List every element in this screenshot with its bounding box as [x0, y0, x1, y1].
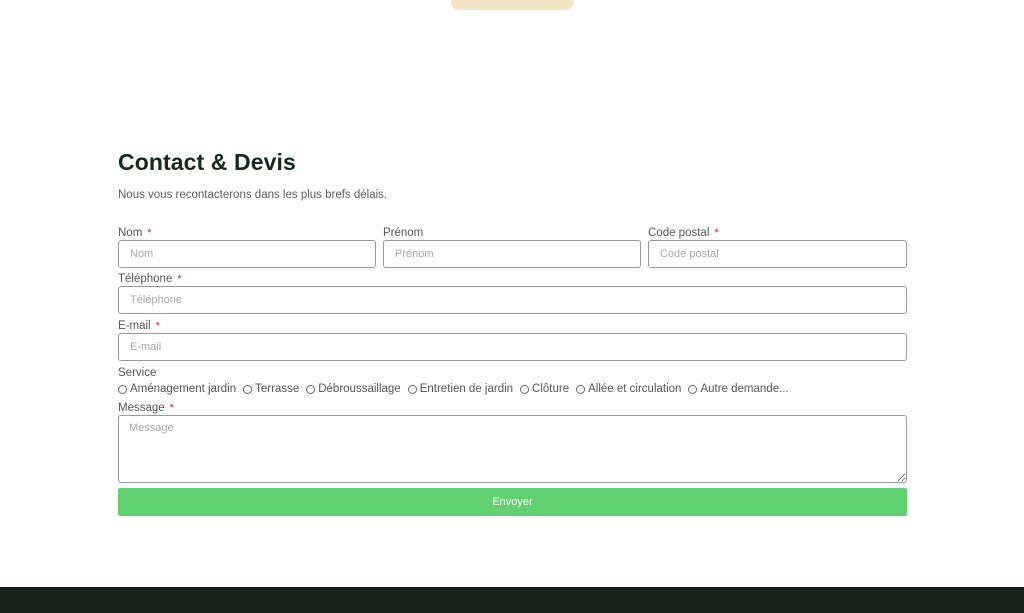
- email-field-group: E-mail *: [118, 320, 907, 361]
- required-mark: *: [155, 320, 160, 332]
- code-postal-input[interactable]: [648, 240, 907, 268]
- service-option-allee[interactable]: Allée et circulation: [576, 383, 681, 395]
- service-options: Aménagement jardin Terrasse Débroussaill…: [118, 382, 907, 396]
- radio-circle-icon[interactable]: [576, 384, 586, 394]
- code-postal-field-group: Code postal *: [648, 227, 907, 268]
- email-label: E-mail *: [118, 320, 160, 332]
- nom-label: Nom *: [118, 227, 152, 239]
- prenom-input[interactable]: [383, 240, 641, 268]
- page-subtitle: Nous vous recontacterons dans les plus b…: [118, 189, 388, 201]
- service-option-amenagement[interactable]: Aménagement jardin: [118, 383, 236, 395]
- contact-form: Contact & Devis Nous vous recontacterons…: [118, 148, 907, 516]
- nom-input[interactable]: [118, 240, 376, 268]
- email-input[interactable]: [118, 333, 907, 361]
- prenom-field-group: Prénom: [383, 227, 641, 268]
- telephone-input[interactable]: [118, 286, 907, 314]
- service-option-debroussaillage[interactable]: Débroussaillage: [306, 383, 401, 395]
- top-nav-tab[interactable]: [451, 0, 574, 10]
- message-label: Message *: [118, 402, 174, 414]
- radio-circle-icon[interactable]: [407, 384, 417, 394]
- page-title: Contact & Devis: [118, 149, 296, 175]
- service-option-entretien[interactable]: Entretien de jardin: [407, 383, 513, 395]
- radio-circle-icon[interactable]: [306, 384, 316, 394]
- service-option-autre[interactable]: Autre demande...: [688, 383, 789, 395]
- required-mark: *: [177, 273, 182, 285]
- nom-field-group: Nom *: [118, 227, 376, 268]
- telephone-label: Téléphone *: [118, 273, 182, 285]
- service-option-cloture[interactable]: Clôture: [520, 383, 569, 395]
- send-button[interactable]: Envoyer: [118, 488, 907, 516]
- code-postal-label: Code postal *: [648, 227, 719, 239]
- radio-circle-icon[interactable]: [243, 384, 253, 394]
- prenom-label: Prénom: [383, 227, 424, 239]
- radio-circle-icon[interactable]: [118, 384, 127, 394]
- service-label: Service: [118, 367, 157, 379]
- radio-circle-icon[interactable]: [520, 384, 530, 394]
- required-mark: *: [169, 402, 174, 414]
- message-textarea[interactable]: [118, 415, 907, 483]
- telephone-field-group: Téléphone *: [118, 273, 907, 314]
- required-mark: *: [147, 227, 152, 239]
- footer-bar: [0, 587, 1024, 613]
- service-option-terrasse[interactable]: Terrasse: [243, 383, 299, 395]
- radio-circle-icon[interactable]: [688, 384, 698, 394]
- required-mark: *: [714, 227, 719, 239]
- name-row: Nom* Prénom Code postal*: [118, 227, 907, 268]
- message-field-group: Message *: [118, 402, 907, 483]
- service-field-group: Service Aménagement jardin Terrasse Débr…: [118, 367, 907, 396]
